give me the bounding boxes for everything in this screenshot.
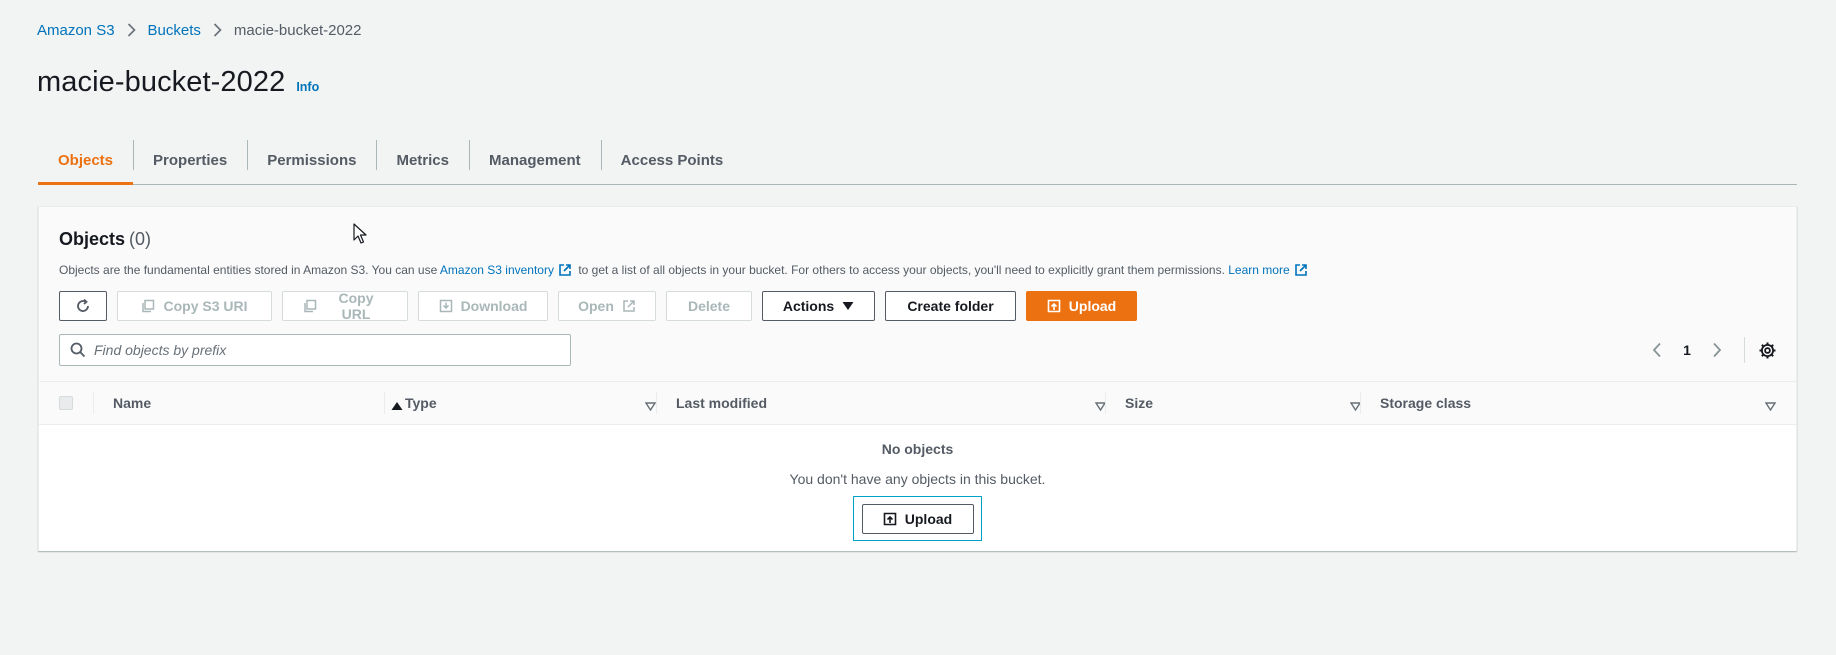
refresh-button[interactable] <box>59 291 107 321</box>
column-label: Name <box>113 395 152 411</box>
column-separator <box>1105 392 1106 414</box>
download-label: Download <box>460 298 528 314</box>
tab-access-points[interactable]: Access Points <box>600 136 744 184</box>
search-box <box>59 334 571 366</box>
column-header-size[interactable]: Size <box>1125 382 1381 424</box>
objects-description: Objects are the fundamental entities sto… <box>59 263 1311 280</box>
external-link-icon <box>1294 263 1308 280</box>
description-text-1: Objects are the fundamental entities sto… <box>59 263 440 277</box>
actions-label: Actions <box>782 298 835 314</box>
tab-management[interactable]: Management <box>468 136 601 184</box>
column-header-last-modified[interactable]: Last modified <box>676 382 1126 424</box>
download-button[interactable]: Download <box>418 291 548 321</box>
objects-table-body: No objects You don't have any objects in… <box>39 425 1796 551</box>
actions-dropdown[interactable]: Actions <box>762 291 875 321</box>
delete-label: Delete <box>687 298 731 314</box>
page-header: macie-bucket-2022 Info <box>37 66 319 99</box>
copy-url-button[interactable]: Copy URL <box>282 290 408 322</box>
external-link-icon <box>622 299 636 313</box>
column-label: Type <box>405 395 437 411</box>
chevron-right-icon <box>127 23 136 37</box>
pagination: 1 <box>1642 334 1776 366</box>
sort-unsorted-icon[interactable] <box>644 398 657 414</box>
column-separator <box>93 392 94 414</box>
tab-permissions[interactable]: Permissions <box>247 136 376 184</box>
learn-more-link[interactable]: Learn more <box>1228 263 1289 277</box>
pager-divider <box>1744 337 1745 363</box>
objects-count: (0) <box>129 229 152 249</box>
column-separator <box>384 392 385 414</box>
upload-button[interactable]: Upload <box>1026 291 1137 321</box>
copy-icon <box>141 299 155 313</box>
tab-objects[interactable]: Objects <box>38 136 134 185</box>
search-input[interactable] <box>94 342 554 358</box>
current-page[interactable]: 1 <box>1672 342 1702 358</box>
empty-upload-label: Upload <box>904 510 953 527</box>
objects-heading: Objects (0) <box>59 229 151 250</box>
refresh-icon <box>75 298 91 314</box>
next-page-icon[interactable] <box>1702 342 1732 358</box>
sort-unsorted-icon[interactable] <box>1764 398 1777 414</box>
empty-upload-focus-ring: Upload <box>853 496 982 541</box>
column-separator <box>656 392 657 414</box>
column-separator <box>1360 392 1361 414</box>
breadcrumb-amazon-s3[interactable]: Amazon S3 <box>37 22 115 39</box>
objects-toolbar: Copy S3 URI Copy URL Download Open Delet… <box>59 290 1137 322</box>
objects-panel: Objects (0) Objects are the fundamental e… <box>38 206 1797 551</box>
sort-ascending-icon[interactable] <box>391 398 403 414</box>
select-all-checkbox[interactable] <box>59 396 73 410</box>
chevron-right-icon <box>213 23 222 37</box>
mouse-cursor-icon <box>353 223 367 250</box>
download-icon <box>439 299 453 313</box>
breadcrumb-buckets[interactable]: Buckets <box>148 22 201 39</box>
tab-bar: Objects Properties Permissions Metrics M… <box>38 136 1797 185</box>
column-label: Storage class <box>1380 395 1472 411</box>
select-all-cell <box>59 382 73 424</box>
copy-s3-uri-button[interactable]: Copy S3 URI <box>117 291 272 321</box>
column-header-storage-class[interactable]: Storage class <box>1380 382 1796 424</box>
upload-icon <box>1047 299 1061 313</box>
previous-page-icon[interactable] <box>1642 342 1672 358</box>
copy-icon <box>303 299 317 313</box>
empty-state-title: No objects <box>881 441 954 457</box>
empty-state-description: You don't have any objects in this bucke… <box>789 471 1046 487</box>
description-text-2: to get a list of all objects in your buc… <box>574 263 1229 277</box>
column-header-type[interactable]: Type <box>405 382 676 424</box>
copy-s3-uri-label: Copy S3 URI <box>163 298 248 314</box>
copy-url-label: Copy URL <box>338 290 374 322</box>
tab-properties[interactable]: Properties <box>133 136 247 184</box>
open-label: Open <box>578 298 614 314</box>
breadcrumb-current: macie-bucket-2022 <box>233 21 362 39</box>
external-link-icon <box>558 263 572 280</box>
caret-down-icon <box>842 301 854 311</box>
column-label: Size <box>1125 395 1154 411</box>
column-label: Last modified <box>676 395 768 411</box>
inventory-link[interactable]: Amazon S3 inventory <box>440 263 554 277</box>
column-header-name[interactable]: Name <box>113 382 423 424</box>
delete-button[interactable]: Delete <box>666 291 752 321</box>
upload-label: Upload <box>1068 298 1117 314</box>
search-icon <box>70 342 86 358</box>
create-folder-button[interactable]: Create folder <box>885 291 1016 321</box>
breadcrumb: Amazon S3 Buckets macie-bucket-2022 <box>37 20 361 40</box>
page-title: macie-bucket-2022 <box>37 66 286 98</box>
create-folder-label: Create folder <box>907 298 994 314</box>
gear-icon[interactable] <box>1759 342 1776 359</box>
tab-metrics[interactable]: Metrics <box>376 136 469 184</box>
open-button[interactable]: Open <box>558 291 656 321</box>
empty-state-upload-button[interactable]: Upload <box>861 503 974 534</box>
objects-title: Objects <box>59 229 126 249</box>
upload-icon <box>883 512 897 526</box>
info-link[interactable]: Info <box>296 80 319 94</box>
objects-table-header: Name Type Last modified Size Storage cla… <box>39 381 1796 425</box>
